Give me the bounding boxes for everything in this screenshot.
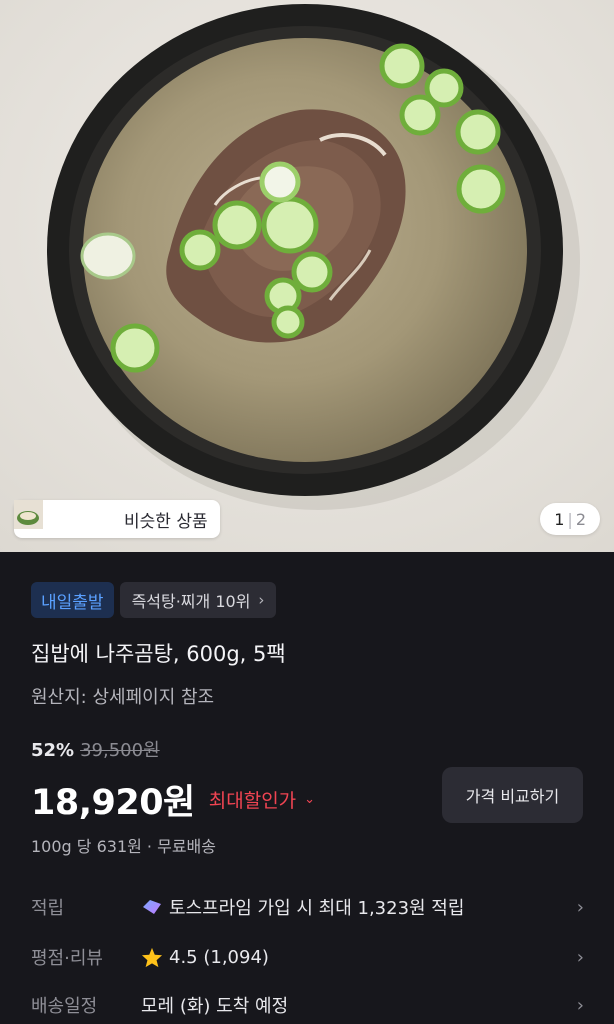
shipping-value: 모레 (화) 도착 예정 [141,996,289,1017]
star-icon [141,947,163,967]
chevron-right-icon: › [576,994,584,1016]
chevron-right-icon: › [576,896,584,918]
rating-row[interactable]: 평점·리뷰 4.5 (1,094) › [31,942,584,972]
page-current: 1 [554,509,565,529]
rating-label: 평점·리뷰 [31,948,103,969]
points-row[interactable]: 적립 토스프라임 가입 시 최대 1,323원 적립 › [31,892,584,922]
image-page-indicator: 1 | 2 [540,503,600,535]
chevron-right-icon: › [258,591,265,609]
shipping-label: 배송일정 [31,996,98,1017]
price-row: 18,920원 최대할인가 ⌄ [31,774,315,825]
prime-badge-icon [143,900,161,914]
max-discount-dropdown[interactable]: 최대할인가 ⌄ [209,786,315,813]
product-image[interactable]: 비슷한 상품 1 | 2 [0,0,614,552]
similar-products-chip[interactable]: 비슷한 상품 [14,500,220,538]
sale-price: 18,920원 [31,783,195,823]
page-total: 2 [575,509,586,529]
product-info-panel: 내일출발 즉석탕·찌개 10위 › 집밥에 나주곰탕, 600g, 5팩 원산지… [0,552,614,1024]
delivery-badge: 내일출발 [31,582,114,618]
similar-thumb-3 [14,500,114,534]
category-rank-badge[interactable]: 즉석탕·찌개 10위 › [119,582,277,618]
gomtang-photo [0,0,614,552]
price-compare-button[interactable]: 가격 비교하기 [442,767,583,823]
similar-products-label: 비슷한 상품 [124,511,208,532]
category-rank-label: 즉석탕·찌개 10위 [131,592,251,611]
points-label: 적립 [31,898,65,919]
rating-value: 4.5 (1,094) [169,946,269,968]
discount-row: 52% 39,500원 [31,736,160,762]
chevron-down-icon: ⌄ [304,792,316,807]
original-price: 39,500원 [80,740,160,761]
unit-price-shipping: 100g 당 631원 · 무료배송 [31,837,216,856]
product-origin: 원산지: 상세페이지 참조 [31,687,215,708]
product-title: 집밥에 나주곰탕, 600g, 5팩 [31,642,286,666]
chevron-right-icon: › [576,946,584,968]
discount-rate: 52% [31,740,75,761]
max-discount-label: 최대할인가 [208,790,297,812]
points-value: 토스프라임 가입 시 최대 1,323원 적립 [169,898,465,919]
page-separator: | [567,509,573,529]
shipping-row[interactable]: 배송일정 모레 (화) 도착 예정 › [31,990,584,1020]
similar-thumb-2 [14,500,81,534]
badge-row: 내일출발 즉석탕·찌개 10위 › [31,582,277,618]
